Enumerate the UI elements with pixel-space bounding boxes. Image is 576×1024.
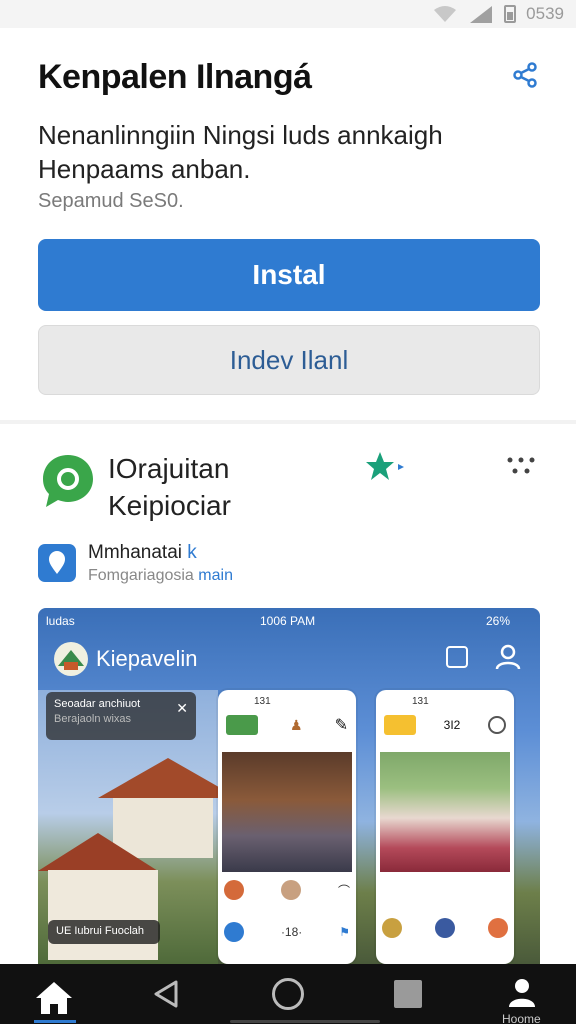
app-title: Kenpalen Ilnangá [38, 58, 312, 96]
chat-icon [488, 918, 508, 938]
preview-status-right: 26% [485, 614, 510, 628]
pen-icon: ✎ [334, 717, 348, 734]
close-icon: ✕ [176, 700, 188, 716]
profile-icon[interactable] [506, 976, 538, 1008]
phone-icon-row: ⌒ [224, 880, 350, 900]
phone-time: 131 [254, 696, 271, 707]
developer-name-suffix: k [187, 542, 197, 563]
avatar-icon [280, 880, 301, 900]
location-pin-icon [38, 544, 76, 582]
description-line-2: Henpaams anban. [38, 154, 251, 184]
developer-sub-prefix: Fomgariagosia [88, 567, 194, 584]
preview-status-left: ludas [46, 614, 75, 628]
preview-chip: UE Iubrui Fuoclah [48, 920, 160, 944]
home-circle-icon[interactable] [272, 978, 304, 1010]
listing-name-line-1: IOrajuitan [108, 453, 230, 484]
home-icon[interactable] [32, 978, 76, 1018]
more-options-icon[interactable] [506, 456, 536, 476]
back-icon[interactable] [150, 978, 182, 1010]
gesture-pill [230, 1020, 380, 1023]
emoji-icon [488, 716, 506, 734]
app-description: Nenanlinngiin Ningsi luds annkaigh Henpa… [38, 118, 518, 186]
preview-header: Kiepavelin [38, 634, 540, 690]
profile-label: Hoome [502, 1012, 541, 1024]
developer-name-text: Mmhanatai [88, 542, 182, 563]
label-chip-icon [384, 715, 416, 735]
flag-icon: ⚑ [339, 925, 350, 939]
heart-icon [224, 922, 244, 942]
description-line-1: Nenanlinngiin Ningsi luds annkaigh [38, 120, 443, 150]
phone-top-icons: 3I2 [384, 712, 506, 738]
developer-name[interactable]: Mmhanatai k [88, 542, 197, 564]
recent-apps-icon[interactable] [394, 980, 422, 1008]
secondary-button[interactable]: Indev Ilanl [38, 325, 540, 395]
phone-action-row [382, 918, 508, 938]
notification-title: Seoadar anchiuot [54, 698, 141, 710]
chat-bubble-icon[interactable] [38, 451, 98, 511]
navigation-bar: Hoome [0, 964, 576, 1024]
preview-phone-1: 131 ♟ ✎ ⌒ ·18· ⚑ [218, 690, 356, 964]
app-logo-icon [54, 642, 88, 676]
app-details-card: Kenpalen Ilnangá Nenanlinngiin Ningsi lu… [0, 28, 576, 420]
developer-subtitle: Fomgariagosia main [88, 567, 233, 585]
phone-time: 131 [412, 696, 429, 707]
preview-phone-2: 131 3I2 [376, 690, 514, 964]
user-icon [495, 644, 521, 670]
app-size-text: Sepamud SeS0. [38, 190, 184, 212]
listing-name-line-2: Keipiociar [108, 490, 231, 521]
phone-top-value: 3I2 [443, 718, 461, 732]
phone-photo [222, 752, 352, 872]
phone-top-icons: ♟ ✎ [226, 712, 348, 738]
app-listing: IOrajuitan Keipiociar Mmhanatai k Fomgar… [0, 424, 576, 964]
star-icon[interactable] [364, 450, 408, 484]
people-icon: ♟ [290, 716, 303, 733]
checkbox-icon [446, 646, 468, 668]
listing-name[interactable]: IOrajuitan Keipiociar [108, 450, 231, 524]
developer-sub-link[interactable]: main [198, 567, 233, 584]
bookmark-icon: ⌒ [337, 883, 350, 898]
battery-icon [504, 5, 517, 23]
app-screenshot-preview[interactable]: ludas 1006 PAM 26% Kiepavelin Seoadar an… [38, 608, 540, 964]
preview-title: Kiepavelin [96, 646, 198, 671]
image-thumbnail-icon [226, 715, 258, 735]
preview-status-bar: ludas 1006 PAM 26% [38, 608, 540, 634]
install-button[interactable]: Instal [38, 239, 540, 311]
status-bar: 0539 [0, 0, 576, 28]
status-time: 0539 [526, 4, 564, 23]
preview-status-time: 1006 PAM [260, 614, 316, 628]
home-indicator [34, 1020, 76, 1023]
signal-icon [470, 6, 493, 23]
phone-row-value: ·18· [280, 925, 303, 939]
globe-icon [435, 918, 455, 938]
wifi-icon [434, 6, 457, 22]
preview-notification: Seoadar anchiuot Berajaoln wixas ✕ [46, 692, 196, 740]
avatar-icon [224, 880, 244, 900]
search-icon [382, 918, 402, 938]
house-roof-illustration [98, 758, 238, 798]
phone-photo [380, 752, 510, 872]
house-illustration [48, 870, 158, 960]
share-icon[interactable] [510, 60, 540, 90]
house-roof-illustration [38, 833, 158, 871]
notification-subtitle: Berajaoln wixas [54, 713, 132, 725]
phone-action-row: ·18· ⚑ [224, 922, 350, 942]
